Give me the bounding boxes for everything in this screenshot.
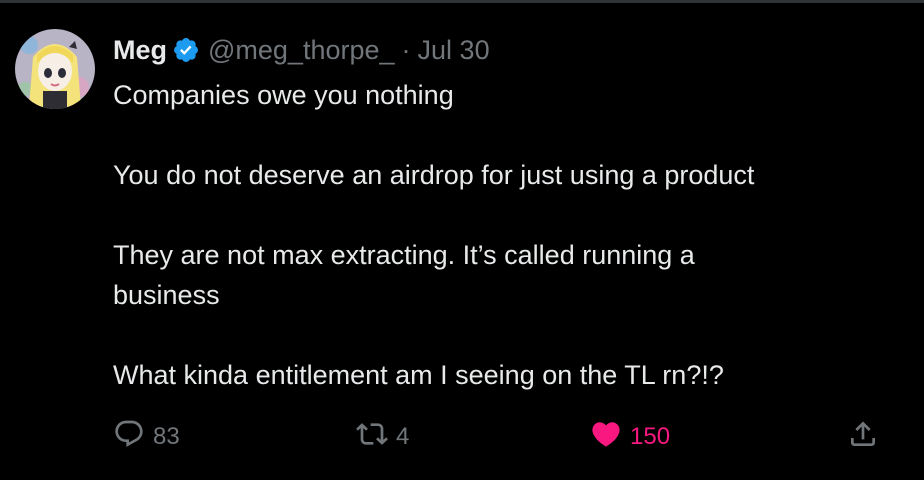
display-name[interactable]: Meg <box>113 35 167 66</box>
tweet-text: Companies owe you nothing You do not des… <box>113 75 893 395</box>
share-icon <box>847 418 879 457</box>
tweet-paragraph: Companies owe you nothing <box>113 80 454 110</box>
like-button[interactable]: 150 <box>590 419 670 455</box>
heart-icon <box>590 418 622 457</box>
user-handle[interactable]: @meg_thorpe_ <box>208 35 395 66</box>
share-button[interactable] <box>847 419 879 455</box>
tweet-paragraph: They are not max extracting. It’s called… <box>113 240 695 310</box>
tweet-date[interactable]: Jul 30 <box>418 35 490 66</box>
reply-count: 83 <box>153 423 180 450</box>
retweet-icon <box>356 418 388 457</box>
header-separator: · <box>401 34 411 65</box>
retweet-count: 4 <box>396 423 410 450</box>
retweet-button[interactable]: 4 <box>356 419 409 455</box>
tweet-header: Meg @meg_thorpe_ · Jul 30 <box>113 33 490 67</box>
reply-button[interactable]: 83 <box>113 419 180 455</box>
tweet-paragraph: You do not deserve an airdrop for just u… <box>113 160 755 190</box>
tweet-actions: 83 4 150 <box>113 419 883 455</box>
tweet-paragraph: What kinda entitlement am I seeing on th… <box>113 360 724 390</box>
tweet[interactable]: Meg @meg_thorpe_ · Jul 30 Companies owe … <box>0 3 924 480</box>
reply-icon <box>113 418 145 457</box>
verified-badge-icon[interactable] <box>172 36 200 64</box>
like-count: 150 <box>630 423 671 450</box>
avatar[interactable] <box>15 29 95 109</box>
